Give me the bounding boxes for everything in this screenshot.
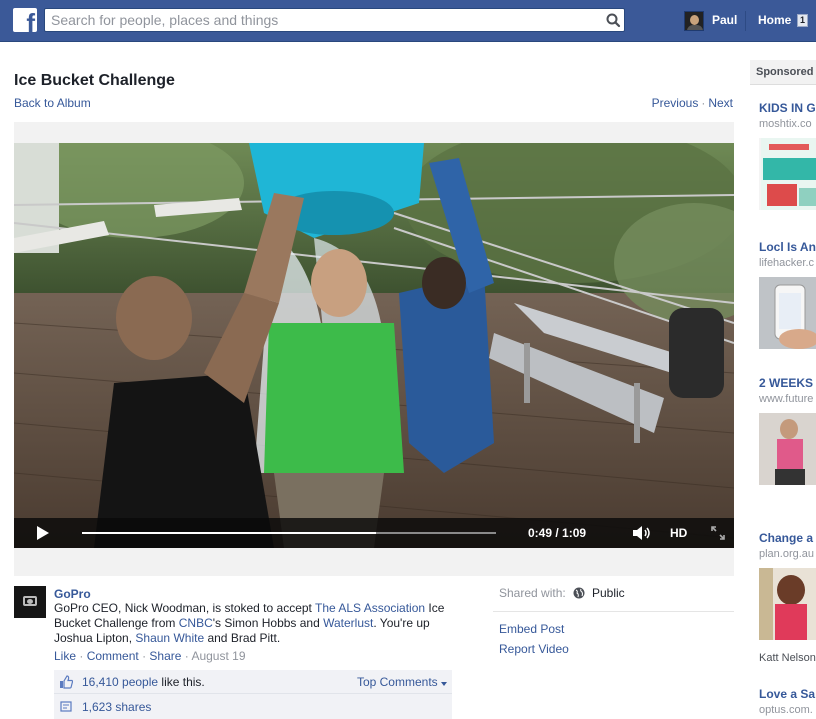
caption-link[interactable]: CNBC (179, 616, 213, 630)
share-icon (60, 701, 72, 712)
likes-row: 16,410 people like this. Top Comments (54, 670, 452, 694)
likes-count-link[interactable]: 16,410 people (82, 675, 158, 689)
search-icon (606, 13, 621, 28)
search-box (44, 8, 625, 32)
previous-link[interactable]: Previous (652, 96, 699, 110)
video-time: 0:49 / 1:09 (528, 526, 587, 540)
page-avatar[interactable] (14, 586, 46, 618)
shared-with-label: Shared with: (499, 586, 566, 600)
ad-social-context: Katt Nelson (759, 652, 816, 664)
caption-text: and Brad Pitt. (204, 631, 281, 645)
ad-image-3[interactable] (759, 413, 816, 485)
ad-title-1[interactable]: KIDS IN G (759, 101, 816, 115)
comment-link[interactable]: Comment (87, 649, 139, 663)
next-link[interactable]: Next (708, 96, 733, 110)
logo-letter: f (26, 8, 35, 32)
likes-suffix: like this. (158, 675, 205, 689)
ad-image-1[interactable] (759, 138, 816, 210)
play-icon (37, 526, 49, 540)
play-button[interactable] (36, 525, 50, 541)
hd-toggle[interactable]: HD (670, 526, 687, 540)
ad-image-3-art (759, 413, 816, 485)
user-name-link[interactable]: Paul (712, 13, 737, 27)
post-actions: Like · Comment · Share · August 19 (54, 649, 246, 663)
globe-icon (573, 587, 585, 599)
video-progress-fill (82, 532, 376, 534)
post-caption: GoPro CEO, Nick Woodman, is stoked to ac… (54, 601, 454, 646)
embed-post-link[interactable]: Embed Post (499, 622, 564, 636)
ufi-box: 16,410 people like this. Top Comments 1,… (54, 670, 452, 719)
ad-image-1-art (761, 138, 816, 210)
video-player[interactable] (14, 143, 734, 548)
back-to-album-link[interactable]: Back to Album (14, 96, 91, 110)
search-button[interactable] (602, 9, 624, 31)
ad-image-2[interactable] (759, 277, 816, 349)
video-progress-bar[interactable] (82, 532, 496, 534)
nav-divider (745, 11, 746, 31)
shares-count-link[interactable]: 1,623 shares (82, 700, 151, 714)
video-controls: 0:49 / 1:09 HD (14, 518, 734, 548)
caption-text: GoPro CEO, Nick Woodman, is stoked to ac… (54, 601, 315, 615)
facebook-logo-icon[interactable]: f (13, 8, 37, 32)
chevron-down-icon (441, 682, 447, 686)
user-avatar[interactable] (684, 11, 704, 31)
caption-link[interactable]: Waterlust (323, 616, 373, 630)
ad-image-4[interactable] (759, 568, 816, 640)
ad-title-4[interactable]: Change a (759, 531, 813, 545)
volume-icon (633, 526, 650, 540)
home-link[interactable]: Home (758, 13, 791, 27)
action-separator: · (184, 649, 189, 663)
ad-domain-3: www.future (759, 393, 814, 405)
like-link[interactable]: Like (54, 649, 76, 663)
action-separator: · (142, 649, 147, 663)
video-frame-image (14, 143, 734, 548)
volume-button[interactable] (632, 525, 652, 541)
ad-domain-4: plan.org.au (759, 548, 815, 560)
caption-text: 's Simon Hobbs and (212, 616, 324, 630)
ad-domain-1: moshtix.co (759, 118, 812, 130)
share-link[interactable]: Share (149, 649, 181, 663)
divider (493, 611, 734, 612)
nav-separator: · (701, 96, 706, 110)
ad-image-4-art (759, 568, 816, 640)
sponsored-heading: Sponsored (750, 60, 816, 85)
ad-title-3[interactable]: 2 WEEKS (759, 376, 813, 390)
ad-domain-5: optus.com. (759, 704, 813, 716)
post-date[interactable]: August 19 (191, 649, 245, 663)
photo-navigation: Previous · Next (652, 96, 733, 110)
ad-title-5[interactable]: Love a Sa (759, 687, 815, 701)
fullscreen-button[interactable] (711, 526, 725, 540)
action-separator: · (79, 649, 84, 663)
top-comments-dropdown[interactable]: Top Comments (357, 675, 447, 689)
home-notification-badge: 1 (797, 14, 808, 27)
report-video-link[interactable]: Report Video (499, 642, 569, 656)
shares-row: 1,623 shares (54, 695, 452, 719)
top-comments-label: Top Comments (356, 675, 438, 689)
fullscreen-icon (711, 526, 725, 540)
ad-domain-2: lifehacker.c (759, 257, 815, 269)
caption-link[interactable]: Shaun White (135, 631, 204, 645)
page-name-link[interactable]: GoPro (54, 587, 91, 601)
caption-link[interactable]: The ALS Association (315, 601, 425, 615)
album-title: Ice Bucket Challenge (14, 72, 175, 89)
ad-image-2-art (759, 277, 816, 349)
like-thumb-icon (60, 675, 73, 689)
ad-title-2[interactable]: Locl Is An (759, 240, 816, 254)
privacy-value: Public (592, 586, 625, 600)
likes-summary: 16,410 people like this. (82, 675, 205, 689)
search-input[interactable] (45, 9, 585, 31)
top-navigation-bar: f Paul Home 1 (0, 0, 816, 42)
sponsored-column: Sponsored KIDS IN G moshtix.co Locl Is A… (750, 60, 816, 719)
